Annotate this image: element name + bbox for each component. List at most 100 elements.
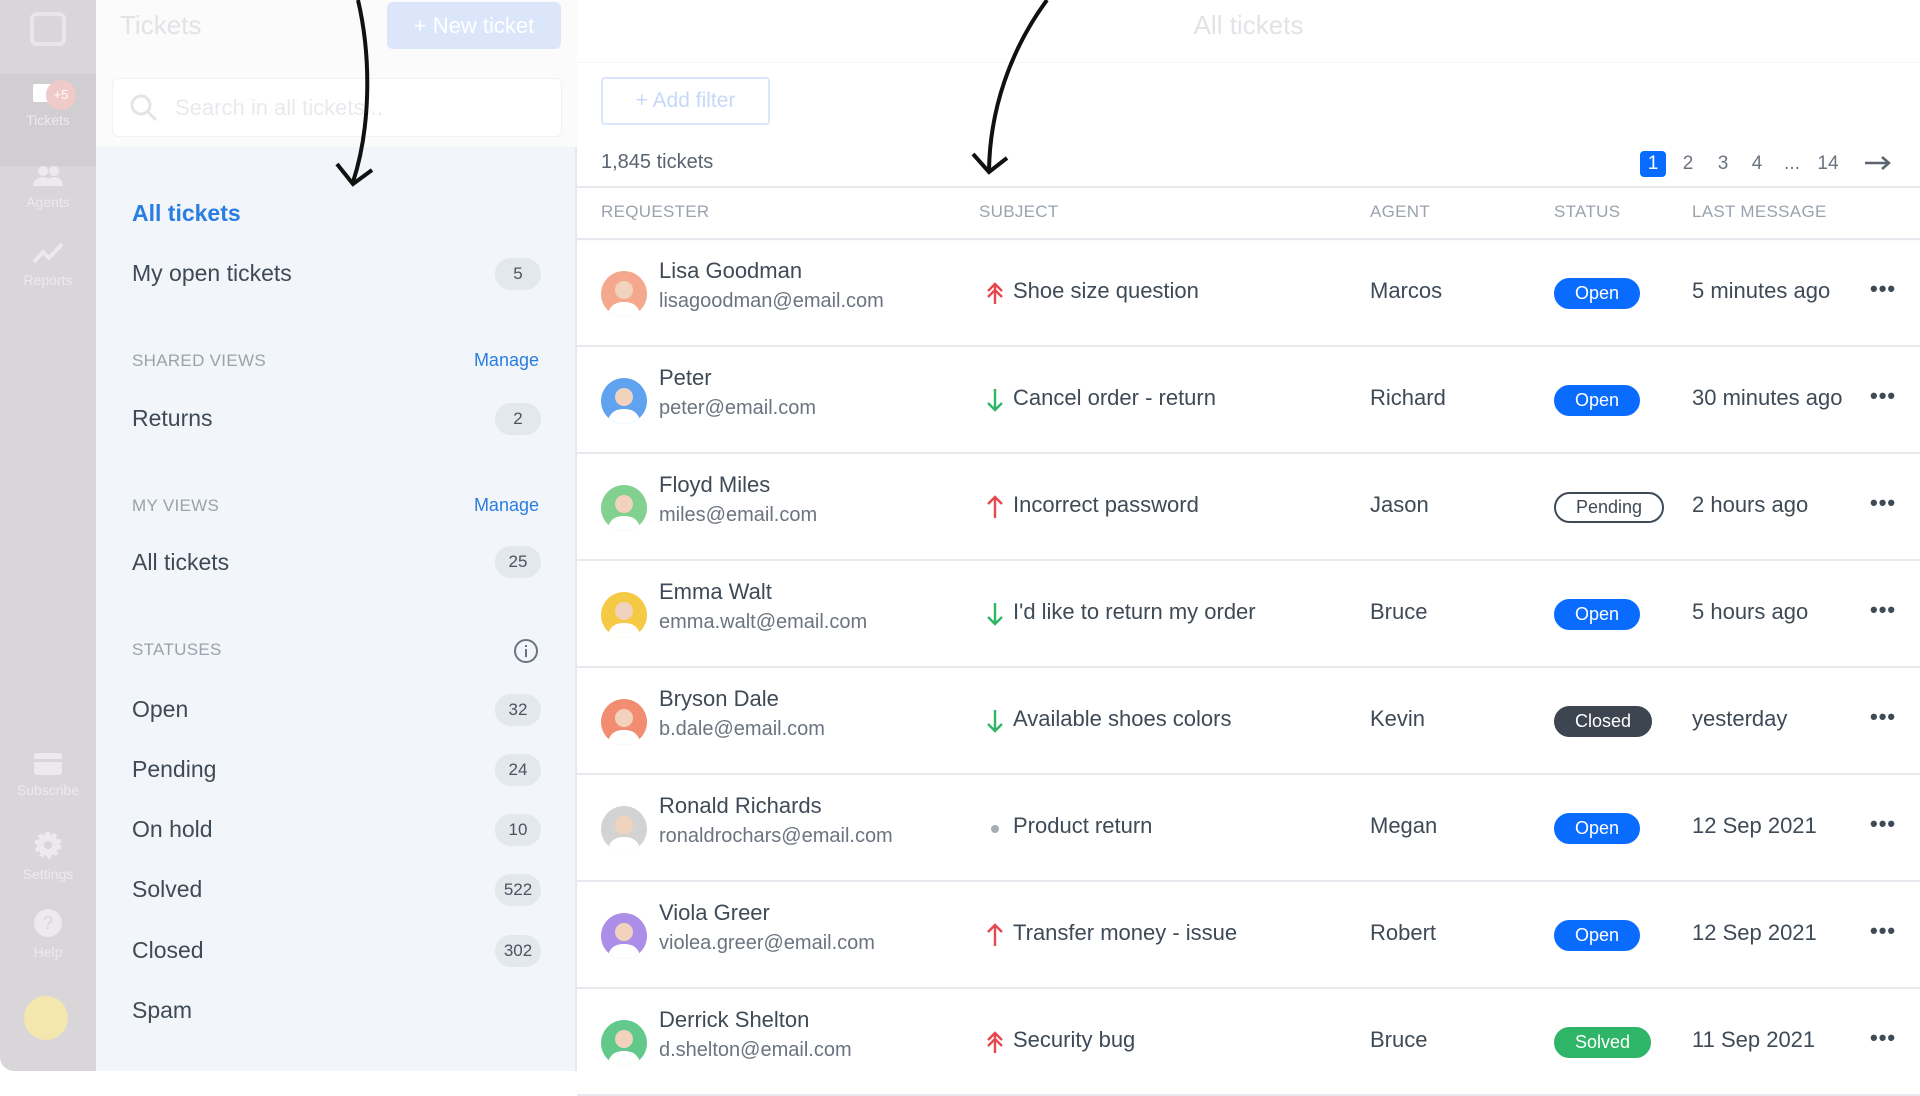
requester-name[interactable]: Floyd Miles (659, 472, 770, 498)
agent-name: Kevin (1370, 706, 1426, 731)
user-avatar[interactable] (24, 996, 68, 1040)
requester-name[interactable]: Derrick Shelton (659, 1007, 809, 1033)
ticket-subject[interactable]: Incorrect password (1013, 492, 1199, 518)
requester-avatar (601, 592, 647, 638)
sidebar-item-label: My open tickets (132, 260, 292, 286)
sidebar-item-label: Returns (132, 405, 213, 431)
add-filter-button[interactable]: + Add filter (601, 77, 770, 125)
more-actions-icon[interactable]: ••• (1870, 597, 1896, 623)
ticket-subject[interactable]: Product return (1013, 813, 1152, 839)
more-actions-icon[interactable]: ••• (1870, 276, 1896, 302)
table-row[interactable]: Peter peter@email.com Cancel order - ret… (577, 347, 1920, 454)
requester-name[interactable]: Emma Walt (659, 579, 772, 605)
requester-email: b.dale@email.com (659, 718, 825, 740)
requester-email: lisagoodman@email.com (659, 290, 884, 312)
column-header-last-message[interactable]: LAST MESSAGE (1692, 202, 1827, 222)
rail-item-reports[interactable]: Reports (0, 240, 96, 288)
page-2[interactable]: 2 (1675, 151, 1701, 177)
last-message-time: 30 minutes ago (1692, 385, 1843, 410)
priority-high-icon (987, 923, 1003, 946)
search-placeholder: Search in all tickets... (175, 95, 383, 120)
count-badge: 25 (495, 546, 541, 578)
rail-item-help[interactable]: ? Help (0, 908, 96, 960)
next-page-arrow-icon[interactable] (1864, 154, 1892, 172)
table-row[interactable]: Viola Greer violea.greer@email.com Trans… (577, 882, 1920, 989)
table-row[interactable]: Lisa Goodman lisagoodman@email.com Shoe … (577, 240, 1920, 347)
ticket-subject[interactable]: Cancel order - return (1013, 385, 1216, 411)
ticket-subject[interactable]: Available shoes colors (1013, 706, 1232, 732)
requester-email: ronaldrochars@email.com (659, 825, 893, 847)
ticket-subject[interactable]: Security bug (1013, 1027, 1135, 1053)
agent-name: Jason (1370, 492, 1429, 517)
agent-name: Richard (1370, 385, 1446, 410)
requester-name[interactable]: Bryson Dale (659, 686, 779, 712)
table-row[interactable]: Emma Walt emma.walt@email.com I'd like t… (577, 561, 1920, 668)
more-actions-icon[interactable]: ••• (1870, 1025, 1896, 1051)
sidebar-item-all-tickets[interactable]: All tickets (132, 200, 241, 227)
app-logo-icon (30, 12, 66, 46)
column-header-status[interactable]: STATUS (1554, 202, 1620, 222)
column-header-agent[interactable]: AGENT (1370, 202, 1430, 222)
more-actions-icon[interactable]: ••• (1870, 383, 1896, 409)
sidebar-item-label: Solved (132, 876, 203, 902)
statuses-heading: STATUSES (132, 640, 222, 659)
status-badge: Open (1554, 920, 1641, 951)
requester-name[interactable]: Lisa Goodman (659, 258, 802, 284)
info-icon[interactable] (513, 638, 539, 664)
page-4[interactable]: 4 (1744, 151, 1770, 177)
agent-name: Marcos (1370, 278, 1443, 303)
table-row[interactable]: Ronald Richards ronaldrochars@email.com … (577, 775, 1920, 882)
rail-item-agents[interactable]: Agents (0, 164, 96, 210)
more-actions-icon[interactable]: ••• (1870, 490, 1896, 516)
more-actions-icon[interactable]: ••• (1870, 811, 1896, 837)
requester-avatar (601, 806, 647, 852)
my-views-manage-link[interactable]: Manage (474, 495, 539, 516)
agent-name: Bruce (1370, 1027, 1428, 1052)
ticket-subject[interactable]: I'd like to return my order (1013, 599, 1256, 625)
rail-item-tickets[interactable]: Tickets +5 (0, 80, 96, 128)
gear-icon (34, 831, 62, 859)
sidebar-item-label: Spam (132, 997, 193, 1023)
page-3[interactable]: 3 (1710, 151, 1736, 177)
sidebar-item-label: All tickets (132, 549, 230, 575)
requester-email: peter@email.com (659, 397, 817, 419)
requester-name[interactable]: Peter (659, 365, 712, 391)
rail-item-subscribe[interactable]: Subscribe (0, 752, 96, 798)
column-header-requester[interactable]: REQUESTER (601, 202, 710, 222)
page-14[interactable]: 14 (1815, 151, 1841, 177)
table-row[interactable]: Floyd Miles miles@email.com Incorrect pa… (577, 454, 1920, 561)
requester-email: d.shelton@email.com (659, 1039, 852, 1061)
ticket-subject[interactable]: Transfer money - issue (1013, 920, 1237, 946)
my-views-heading: MY VIEWS (132, 496, 220, 515)
status-badge: Solved (1554, 1027, 1652, 1058)
ticket-subject[interactable]: Shoe size question (1013, 278, 1199, 304)
column-header-subject[interactable]: SUBJECT (979, 202, 1059, 222)
shared-views-manage-link[interactable]: Manage (474, 350, 539, 371)
search-input[interactable]: Search in all tickets... (112, 78, 562, 137)
last-message-time: 12 Sep 2021 (1692, 813, 1817, 838)
requester-name[interactable]: Viola Greer (659, 900, 770, 926)
rail-item-settings[interactable]: Settings (0, 830, 96, 882)
table-row[interactable]: Derrick Shelton d.shelton@email.com Secu… (577, 989, 1920, 1096)
agent-name: Robert (1370, 920, 1437, 945)
more-actions-icon[interactable]: ••• (1870, 704, 1896, 730)
requester-name[interactable]: Ronald Richards (659, 793, 822, 819)
page-1[interactable]: 1 (1640, 151, 1666, 177)
table-row[interactable]: Bryson Dale b.dale@email.com Available s… (577, 668, 1920, 775)
new-ticket-button[interactable]: + New ticket (387, 2, 561, 49)
priority-urgent-icon (987, 1031, 1003, 1053)
search-icon (130, 94, 158, 122)
agent-name: Megan (1370, 813, 1438, 838)
more-actions-icon[interactable]: ••• (1870, 918, 1896, 944)
notification-badge: +5 (46, 80, 76, 110)
priority-low-icon (987, 603, 1003, 626)
requester-avatar (601, 1020, 647, 1066)
page-ellipsis: ... (1784, 153, 1800, 174)
help-icon: ? (34, 909, 62, 937)
count-badge: 5 (495, 258, 541, 290)
last-message-time: 12 Sep 2021 (1692, 920, 1817, 945)
shared-views-heading: SHARED VIEWS (132, 351, 266, 370)
status-badge: Closed (1554, 706, 1653, 737)
last-message-time: yesterday (1692, 706, 1788, 731)
page-title: All tickets (1193, 10, 1304, 40)
